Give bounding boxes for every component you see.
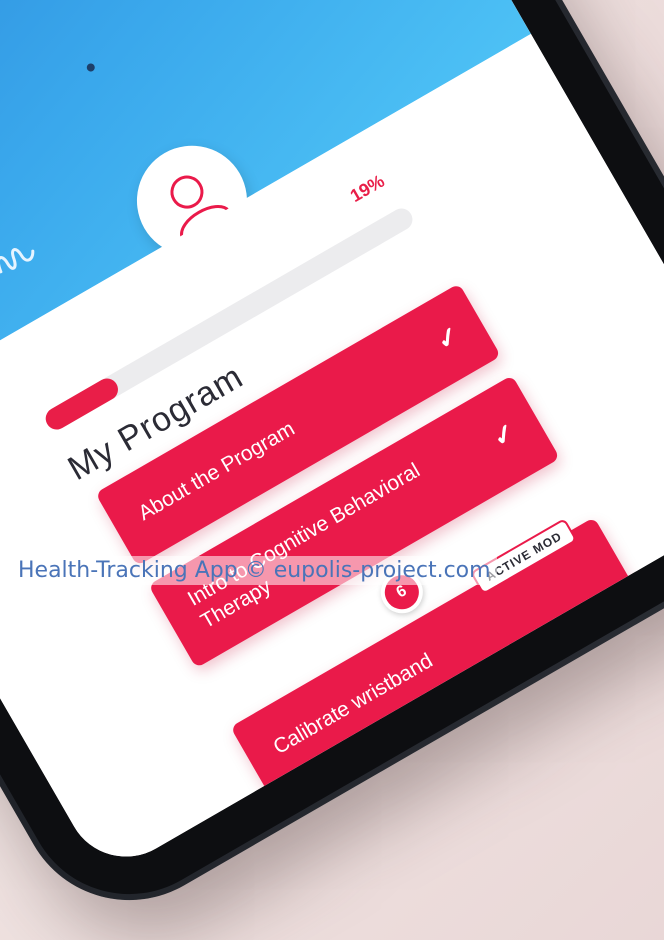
status-dot-icon: [85, 62, 97, 73]
checkmark-icon: ✓: [430, 319, 465, 357]
squiggle-logo-icon[interactable]: [0, 233, 48, 292]
image-caption: Health-Tracking App © eupolis-project.co…: [12, 556, 497, 585]
phone-device: My Program 19% About the Program ✓ Intro…: [0, 0, 664, 940]
phone-screen: My Program 19% About the Program ✓ Intro…: [0, 0, 664, 879]
checkmark-icon: ✓: [486, 416, 521, 454]
phone-rim: My Program 19% About the Program ✓ Intro…: [0, 0, 664, 933]
